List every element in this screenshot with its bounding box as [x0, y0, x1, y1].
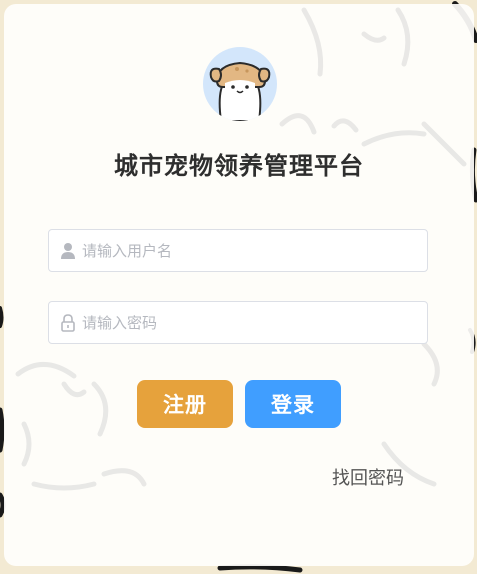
login-card: 城市宠物领养管理平台 注册 登录 找回密码	[4, 4, 474, 566]
dog-logo-icon	[203, 47, 277, 121]
register-button[interactable]: 注册	[137, 380, 233, 428]
page-title: 城市宠物领养管理平台	[114, 152, 364, 180]
password-input[interactable]	[82, 302, 412, 343]
username-field[interactable]	[48, 229, 428, 272]
lock-icon	[61, 314, 75, 332]
username-input[interactable]	[82, 230, 412, 271]
password-field[interactable]	[48, 301, 428, 344]
forgot-password-link[interactable]: 找回密码	[332, 464, 404, 490]
login-button[interactable]: 登录	[245, 380, 341, 428]
user-icon	[61, 243, 75, 259]
